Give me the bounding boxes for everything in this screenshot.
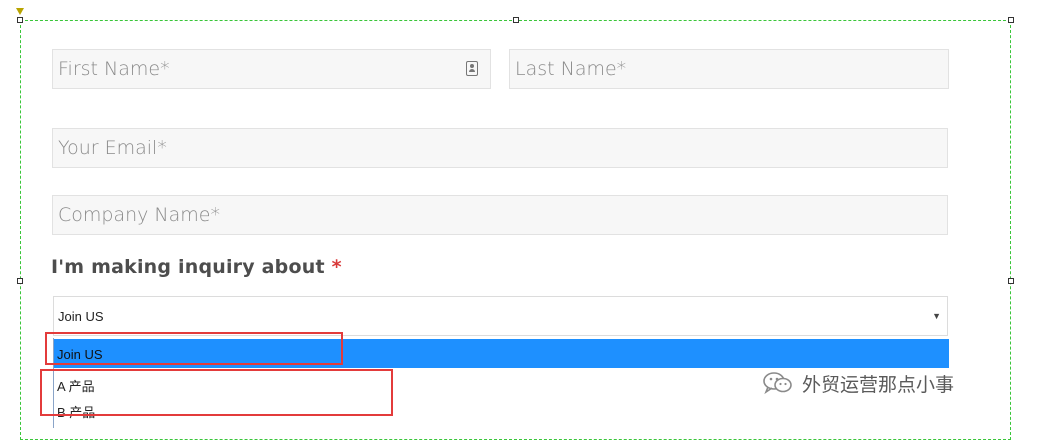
annotation-box-join-us bbox=[45, 332, 343, 365]
contact-card-icon[interactable] bbox=[466, 61, 478, 76]
company-input[interactable] bbox=[58, 204, 947, 226]
resize-handle-left[interactable] bbox=[17, 278, 23, 284]
required-mark: * bbox=[331, 256, 342, 278]
first-name-field[interactable] bbox=[52, 49, 491, 89]
email-field[interactable] bbox=[52, 128, 948, 168]
company-field[interactable] bbox=[52, 195, 948, 235]
first-name-input[interactable] bbox=[58, 58, 490, 80]
watermark-text: 外贸运营那点小事 bbox=[802, 373, 955, 396]
inquiry-label: I'm making inquiry about * bbox=[51, 256, 342, 278]
resize-handle-top[interactable] bbox=[513, 17, 519, 23]
wechat-icon bbox=[762, 371, 794, 395]
resize-handle-top-right[interactable] bbox=[1008, 17, 1014, 23]
inquiry-select[interactable]: Join US ▼ bbox=[53, 296, 948, 336]
annotation-box-products bbox=[40, 369, 393, 416]
watermark: 外贸运营那点小事 bbox=[762, 368, 954, 398]
anchor-marker-icon bbox=[16, 8, 24, 15]
email-input[interactable] bbox=[58, 137, 947, 159]
dropdown-arrow-icon[interactable]: ▼ bbox=[932, 311, 941, 321]
last-name-input[interactable] bbox=[515, 58, 948, 80]
resize-handle-top-left[interactable] bbox=[17, 17, 23, 23]
last-name-field[interactable] bbox=[509, 49, 949, 89]
resize-handle-right[interactable] bbox=[1008, 278, 1014, 284]
inquiry-label-text: I'm making inquiry about bbox=[51, 256, 325, 278]
select-selected-value: Join US bbox=[58, 309, 104, 324]
